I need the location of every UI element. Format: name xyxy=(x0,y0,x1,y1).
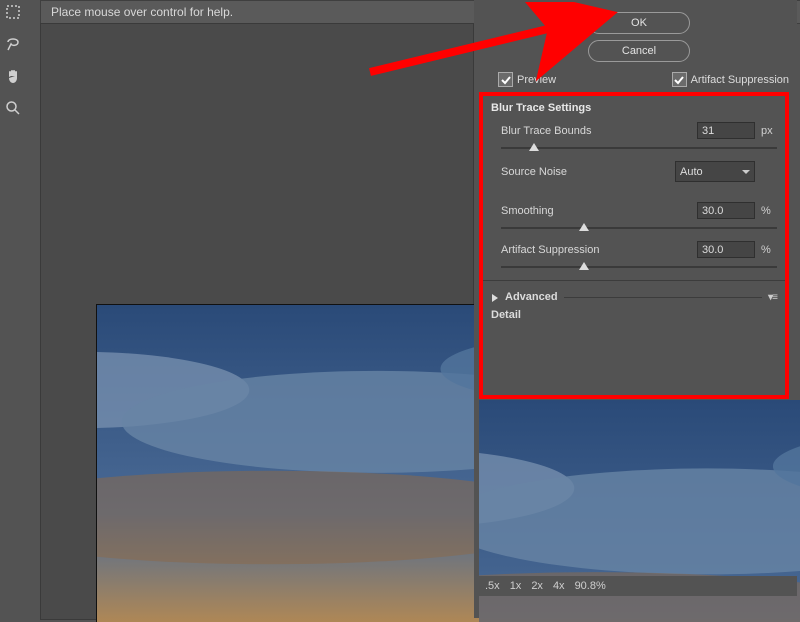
expand-icon xyxy=(491,293,499,301)
zoom-level-1[interactable]: 1x xyxy=(510,580,522,592)
blur-trace-settings-title: Blur Trace Settings xyxy=(491,102,777,114)
zoom-icon xyxy=(5,100,21,116)
detail-section-title: Detail xyxy=(491,309,777,321)
preview-checkbox-label: Preview xyxy=(517,74,556,86)
artifact-suppression-unit: % xyxy=(761,244,777,256)
hand-tool[interactable] xyxy=(3,66,23,86)
blur-trace-bounds-slider[interactable] xyxy=(501,141,777,155)
source-noise-value: Auto xyxy=(680,166,703,178)
check-icon xyxy=(674,75,684,85)
lasso-tool[interactable] xyxy=(3,34,23,54)
marquee-tool[interactable] xyxy=(3,2,23,22)
advanced-section-toggle[interactable]: Advanced ▾≡ xyxy=(491,287,777,307)
cancel-button[interactable]: Cancel xyxy=(588,40,690,62)
source-noise-label: Source Noise xyxy=(501,166,669,178)
blur-trace-bounds-label: Blur Trace Bounds xyxy=(501,125,691,137)
right-panel: OK Cancel Preview Artifact Suppression B… xyxy=(474,0,797,618)
check-icon xyxy=(501,75,511,85)
blur-trace-settings-panel: Blur Trace Settings Blur Trace Bounds px… xyxy=(479,92,789,399)
smoothing-unit: % xyxy=(761,205,777,217)
lasso-icon xyxy=(5,36,21,52)
zoom-level-0[interactable]: .5x xyxy=(485,580,500,592)
marquee-icon xyxy=(5,4,21,20)
artifact-suppression-label: Artifact Suppression xyxy=(501,244,691,256)
detail-zoom-bar: .5x 1x 2x 4x 90.8% xyxy=(479,576,797,596)
preview-checkbox[interactable] xyxy=(498,72,513,87)
chevron-down-icon xyxy=(742,168,750,176)
blur-trace-bounds-input[interactable] xyxy=(697,122,755,139)
zoom-level-2[interactable]: 2x xyxy=(531,580,543,592)
blur-trace-bounds-unit: px xyxy=(761,125,777,137)
artifact-checkbox-label: Artifact Suppression xyxy=(691,74,789,86)
artifact-suppression-input[interactable] xyxy=(697,241,755,258)
toolstrip xyxy=(3,0,27,118)
advanced-label: Advanced xyxy=(505,291,558,303)
panel-menu-icon[interactable]: ▾≡ xyxy=(768,292,777,303)
smoothing-label: Smoothing xyxy=(501,205,691,217)
zoom-tool[interactable] xyxy=(3,98,23,118)
smoothing-input[interactable] xyxy=(697,202,755,219)
zoom-current: 90.8% xyxy=(575,580,606,592)
preview-canvas[interactable] xyxy=(40,23,474,620)
artifact-suppression-slider[interactable] xyxy=(501,260,777,274)
source-noise-dropdown[interactable]: Auto xyxy=(675,161,755,182)
artifact-checkbox[interactable] xyxy=(672,72,687,87)
ok-button[interactable]: OK xyxy=(588,12,690,34)
help-text: Place mouse over control for help. xyxy=(51,5,233,19)
smoothing-slider[interactable] xyxy=(501,221,777,235)
hand-icon xyxy=(5,68,21,84)
preview-image xyxy=(96,304,530,622)
zoom-level-3[interactable]: 4x xyxy=(553,580,565,592)
